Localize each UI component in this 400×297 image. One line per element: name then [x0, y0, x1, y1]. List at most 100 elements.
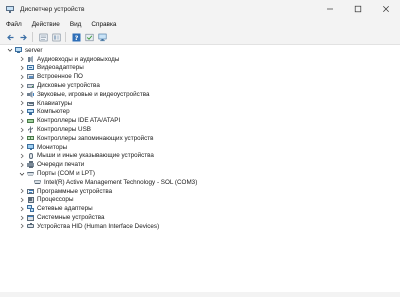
chevron-right-icon[interactable]	[18, 214, 25, 221]
tree-category[interactable]: Устройства HID (Human Interface Devices)	[4, 222, 394, 231]
tree-device[interactable]: Intel(R) Active Management Technology - …	[4, 178, 394, 187]
tree-category[interactable]: Контроллеры IDE ATA/ATAPI	[4, 116, 394, 125]
chevron-right-icon[interactable]	[18, 117, 25, 124]
tree-category[interactable]: Программные устройства	[4, 187, 394, 196]
tree-category-label: Системные устройства	[37, 214, 105, 222]
tree-category[interactable]: Мыши и иные указывающие устройства	[4, 152, 394, 161]
tree-category-label: Аудиовходы и аудиовыходы	[37, 55, 120, 63]
chevron-right-icon[interactable]	[18, 205, 25, 212]
monitor-icon	[27, 144, 34, 151]
tree-category-label: Контроллеры USB	[37, 126, 91, 134]
device-tree: server Аудиовходы и аудиовыходы Видеоада…	[4, 46, 394, 292]
chevron-right-icon[interactable]	[18, 135, 25, 142]
tree-category-label: Мониторы	[37, 143, 68, 151]
maximize-icon[interactable]	[344, 0, 372, 18]
tree-category-label: Контроллеры IDE ATA/ATAPI	[37, 117, 121, 125]
tree-category[interactable]: Клавиатуры	[4, 99, 394, 108]
chevron-right-icon[interactable]	[18, 188, 25, 195]
tree-category[interactable]: Очереди печати	[4, 160, 394, 169]
minimize-icon[interactable]	[316, 0, 344, 18]
tree-category[interactable]: Звуковые, игровые и видеоустройства	[4, 90, 394, 99]
show-hidden-icon[interactable]	[51, 32, 62, 43]
tree-category[interactable]: Контроллеры USB	[4, 125, 394, 134]
tree-category[interactable]: Видеоадаптеры	[4, 64, 394, 73]
svg-text:?: ?	[75, 34, 79, 42]
network-adapter-icon	[27, 205, 34, 212]
tree-root[interactable]: server	[4, 46, 394, 55]
menu-help[interactable]: Справка	[86, 21, 121, 28]
properties-icon[interactable]	[38, 32, 49, 43]
back-arrow-icon[interactable]	[5, 32, 16, 43]
help-icon[interactable]: ?	[71, 32, 82, 43]
chevron-right-icon[interactable]	[18, 108, 25, 115]
ide-controller-icon	[27, 117, 34, 124]
driver-update-icon[interactable]	[84, 32, 95, 43]
tree-category-label: Порты (COM и LPT)	[37, 170, 96, 178]
tree-category[interactable]: Контроллеры запоминающих устройств	[4, 134, 394, 143]
tree-category-label: Дисковые устройства	[37, 82, 100, 90]
chevron-right-icon[interactable]	[18, 82, 25, 89]
menu-view[interactable]: Вид	[65, 21, 87, 28]
hid-icon	[27, 222, 34, 230]
chevron-right-icon[interactable]	[18, 152, 25, 159]
mouse-icon	[27, 152, 34, 159]
port-device-icon	[34, 179, 41, 186]
usb-icon	[27, 126, 34, 133]
scan-hardware-icon[interactable]	[97, 32, 108, 43]
status-bar	[0, 292, 400, 297]
sound-icon	[27, 90, 34, 98]
menu-action[interactable]: Действие	[27, 21, 65, 28]
window-title: Диспетчер устройств	[20, 5, 85, 13]
chevron-right-icon[interactable]	[18, 56, 25, 63]
system-device-icon	[27, 214, 34, 221]
tree-category[interactable]: Аудиовходы и аудиовыходы	[4, 55, 394, 64]
chevron-down-icon[interactable]	[6, 47, 13, 54]
tree-category-expanded[interactable]: Порты (COM и LPT)	[4, 169, 394, 178]
printer-icon	[27, 161, 34, 169]
tree-category[interactable]: Компьютер	[4, 108, 394, 117]
chevron-right-icon[interactable]	[18, 223, 25, 230]
chevron-right-icon[interactable]	[18, 73, 25, 80]
computer-small-icon	[27, 108, 34, 115]
tree-category[interactable]: Сетевые адаптеры	[4, 204, 394, 213]
tree-category-label: Звуковые, игровые и видеоустройства	[37, 90, 150, 98]
disk-icon	[27, 82, 34, 89]
tree-category-label: Очереди печати	[37, 161, 85, 169]
menu-file[interactable]: Файл	[0, 21, 27, 28]
tree-category[interactable]: Встроенное ПО	[4, 72, 394, 81]
tree-category-label: Процессоры	[37, 196, 74, 204]
storage-controller-icon	[27, 135, 34, 142]
software-device-icon	[27, 188, 34, 195]
chevron-right-icon[interactable]	[18, 64, 25, 71]
keyboard-icon	[27, 100, 34, 107]
device-manager-icon	[6, 5, 15, 13]
chevron-right-icon[interactable]	[18, 126, 25, 133]
tree-category[interactable]: Процессоры	[4, 196, 394, 205]
forward-arrow-icon[interactable]	[18, 32, 29, 43]
computer-icon	[15, 46, 22, 54]
tree-category-label: Клавиатуры	[37, 99, 73, 107]
chevron-right-icon[interactable]	[18, 91, 25, 98]
tree-category-label: Встроенное ПО	[37, 73, 83, 81]
tree-category-label: Контроллеры запоминающих устройств	[37, 134, 154, 142]
close-icon[interactable]	[372, 0, 400, 18]
chevron-right-icon[interactable]	[18, 100, 25, 107]
chevron-down-icon[interactable]	[18, 170, 25, 177]
tree-root-label: server	[25, 46, 43, 54]
chevron-right-icon[interactable]	[18, 196, 25, 203]
tree-category-label: Видеоадаптеры	[37, 64, 84, 72]
chevron-right-icon[interactable]	[18, 144, 25, 151]
port-icon	[27, 170, 34, 177]
tree-category[interactable]: Мониторы	[4, 143, 394, 152]
tree-category-label: Программные устройства	[37, 187, 113, 195]
menu-bar: Файл Действие Вид Справка	[0, 18, 400, 30]
toolbar-separator	[32, 32, 33, 42]
firmware-icon	[27, 73, 34, 80]
window-controls	[316, 0, 400, 18]
tree-category[interactable]: Дисковые устройства	[4, 81, 394, 90]
toolbar-separator	[65, 32, 66, 42]
title-bar: Диспетчер устройств	[0, 0, 400, 18]
display-adapter-icon	[27, 64, 34, 71]
chevron-right-icon[interactable]	[18, 161, 25, 168]
tree-category[interactable]: Системные устройства	[4, 213, 394, 222]
